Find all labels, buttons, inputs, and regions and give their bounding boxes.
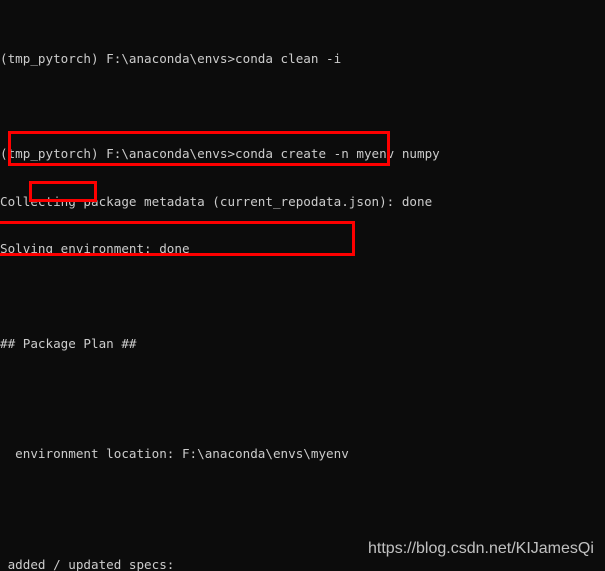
console-line-blank-4 <box>0 494 605 510</box>
console-line-blank-2 <box>0 288 605 304</box>
console-line-solving-environment: Solving environment: done <box>0 240 190 256</box>
console-line-blank-3 <box>0 383 605 399</box>
console-line-package-plan-header: ## Package Plan ## <box>0 335 137 351</box>
console-line-collecting-metadata: Collecting package metadata (current_rep… <box>0 193 433 209</box>
added-updated-specs-header: added / updated specs: <box>0 556 175 571</box>
watermark-url: https://blog.csdn.net/KIJamesQi <box>368 540 594 557</box>
console-line-command-create: (tmp_pytorch) F:\anaconda\envs>conda cre… <box>0 146 440 162</box>
console-line-blank-1 <box>0 99 605 115</box>
environment-location-line: environment location: F:\anaconda\envs\m… <box>0 446 349 462</box>
terminal-output: (tmp_pytorch) F:\anaconda\envs>conda cle… <box>0 0 605 571</box>
terminal-window[interactable]: (tmp_pytorch) F:\anaconda\envs>conda cle… <box>0 0 605 571</box>
console-line-command-clean: (tmp_pytorch) F:\anaconda\envs>conda cle… <box>0 51 342 67</box>
